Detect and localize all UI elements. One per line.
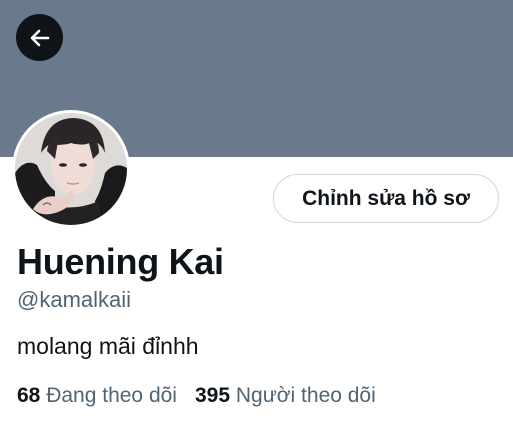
following-count: 68 — [17, 384, 41, 407]
arrow-left-icon — [30, 29, 49, 46]
follow-stats: 68 Đang theo dõi 395 Người theo dõi — [17, 384, 376, 408]
edit-profile-button[interactable]: Chỉnh sửa hồ sơ — [273, 174, 499, 223]
display-name: Huening Kai — [17, 241, 224, 282]
avatar-photo — [15, 113, 127, 225]
followers-count: 395 — [194, 384, 231, 407]
profile-screen: Chỉnh sửa hồ sơ Huening Kai @kamalkaii m… — [0, 0, 513, 428]
username-handle: @kamalkaii — [17, 287, 132, 312]
following-label: Đang theo dõi — [46, 384, 177, 407]
avatar[interactable] — [12, 110, 130, 228]
back-button[interactable] — [16, 14, 63, 61]
profile-bio: molang mãi đỉnhh — [17, 333, 199, 359]
following-link[interactable]: 68 Đang theo dõi — [17, 384, 177, 408]
followers-link[interactable]: 395 Người theo dõi — [195, 384, 376, 408]
followers-label: Người theo dõi — [235, 384, 376, 407]
